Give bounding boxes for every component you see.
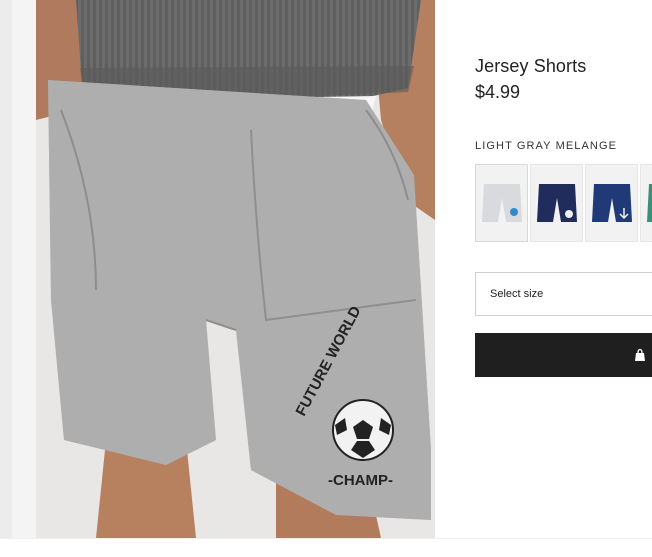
swatch-green-patterned[interactable] bbox=[640, 164, 652, 242]
swatch-dark-blue-soccer[interactable] bbox=[530, 164, 583, 242]
color-name: LIGHT GRAY MELANGE bbox=[475, 140, 617, 152]
bottom-strip bbox=[0, 538, 652, 557]
product-title: Jersey Shorts bbox=[475, 56, 586, 77]
swatch-dark-blue-anchor[interactable] bbox=[585, 164, 638, 242]
add-to-bag-button[interactable] bbox=[475, 333, 652, 377]
print-text-champ: -CHAMP- bbox=[328, 472, 393, 489]
swatch-dark-blue-soccer-icon bbox=[535, 178, 579, 228]
swatch-light-gray[interactable] bbox=[475, 164, 528, 242]
product-image: FUTURE WORLD -CHAMP- bbox=[36, 0, 435, 538]
swatch-dark-blue-anchor-icon bbox=[590, 178, 634, 228]
swatch-green-patterned-icon bbox=[645, 178, 652, 228]
size-select[interactable]: Select size bbox=[475, 272, 652, 316]
product-price: $4.99 bbox=[475, 82, 520, 103]
left-rail bbox=[0, 0, 36, 556]
swatch-light-gray-icon bbox=[480, 178, 524, 228]
color-swatches bbox=[475, 164, 652, 242]
product-photo: FUTURE WORLD -CHAMP- bbox=[36, 0, 435, 538]
shopping-bag-icon bbox=[633, 348, 647, 362]
size-select-placeholder: Select size bbox=[490, 288, 543, 300]
